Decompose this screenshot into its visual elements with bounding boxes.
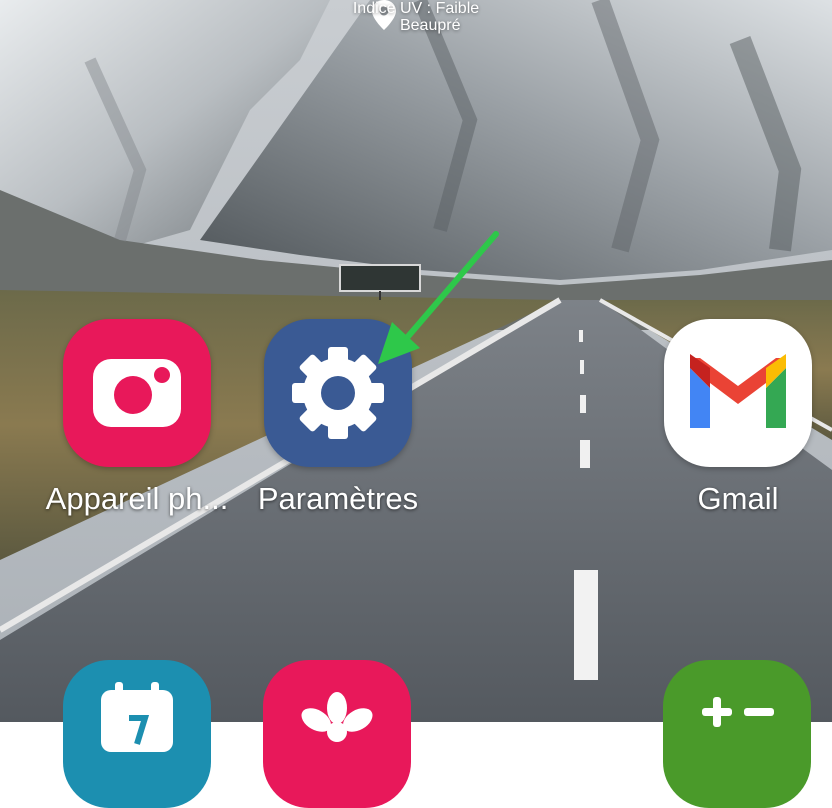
bixby-app[interactable] bbox=[263, 660, 411, 808]
uv-index-label: Indice UV : Faible bbox=[352, 0, 480, 17]
app-label: Appareil ph... bbox=[45, 481, 229, 516]
gmail-icon bbox=[664, 319, 812, 467]
app-label: Paramètres bbox=[257, 481, 419, 516]
gear-icon bbox=[264, 319, 412, 467]
app-camera[interactable]: Appareil ph... bbox=[37, 319, 237, 517]
bixby-flower-icon bbox=[301, 692, 373, 742]
calculator-app[interactable] bbox=[663, 660, 811, 808]
app-settings[interactable]: Paramètres bbox=[238, 319, 438, 517]
weather-location-label: Beaupré bbox=[399, 17, 461, 34]
app-label: Gmail bbox=[697, 481, 779, 516]
calendar-app[interactable] bbox=[63, 660, 211, 808]
camera-icon bbox=[63, 319, 211, 467]
calculator-icon bbox=[702, 697, 774, 727]
calendar-icon bbox=[101, 682, 173, 752]
app-gmail[interactable]: Gmail bbox=[638, 319, 832, 517]
